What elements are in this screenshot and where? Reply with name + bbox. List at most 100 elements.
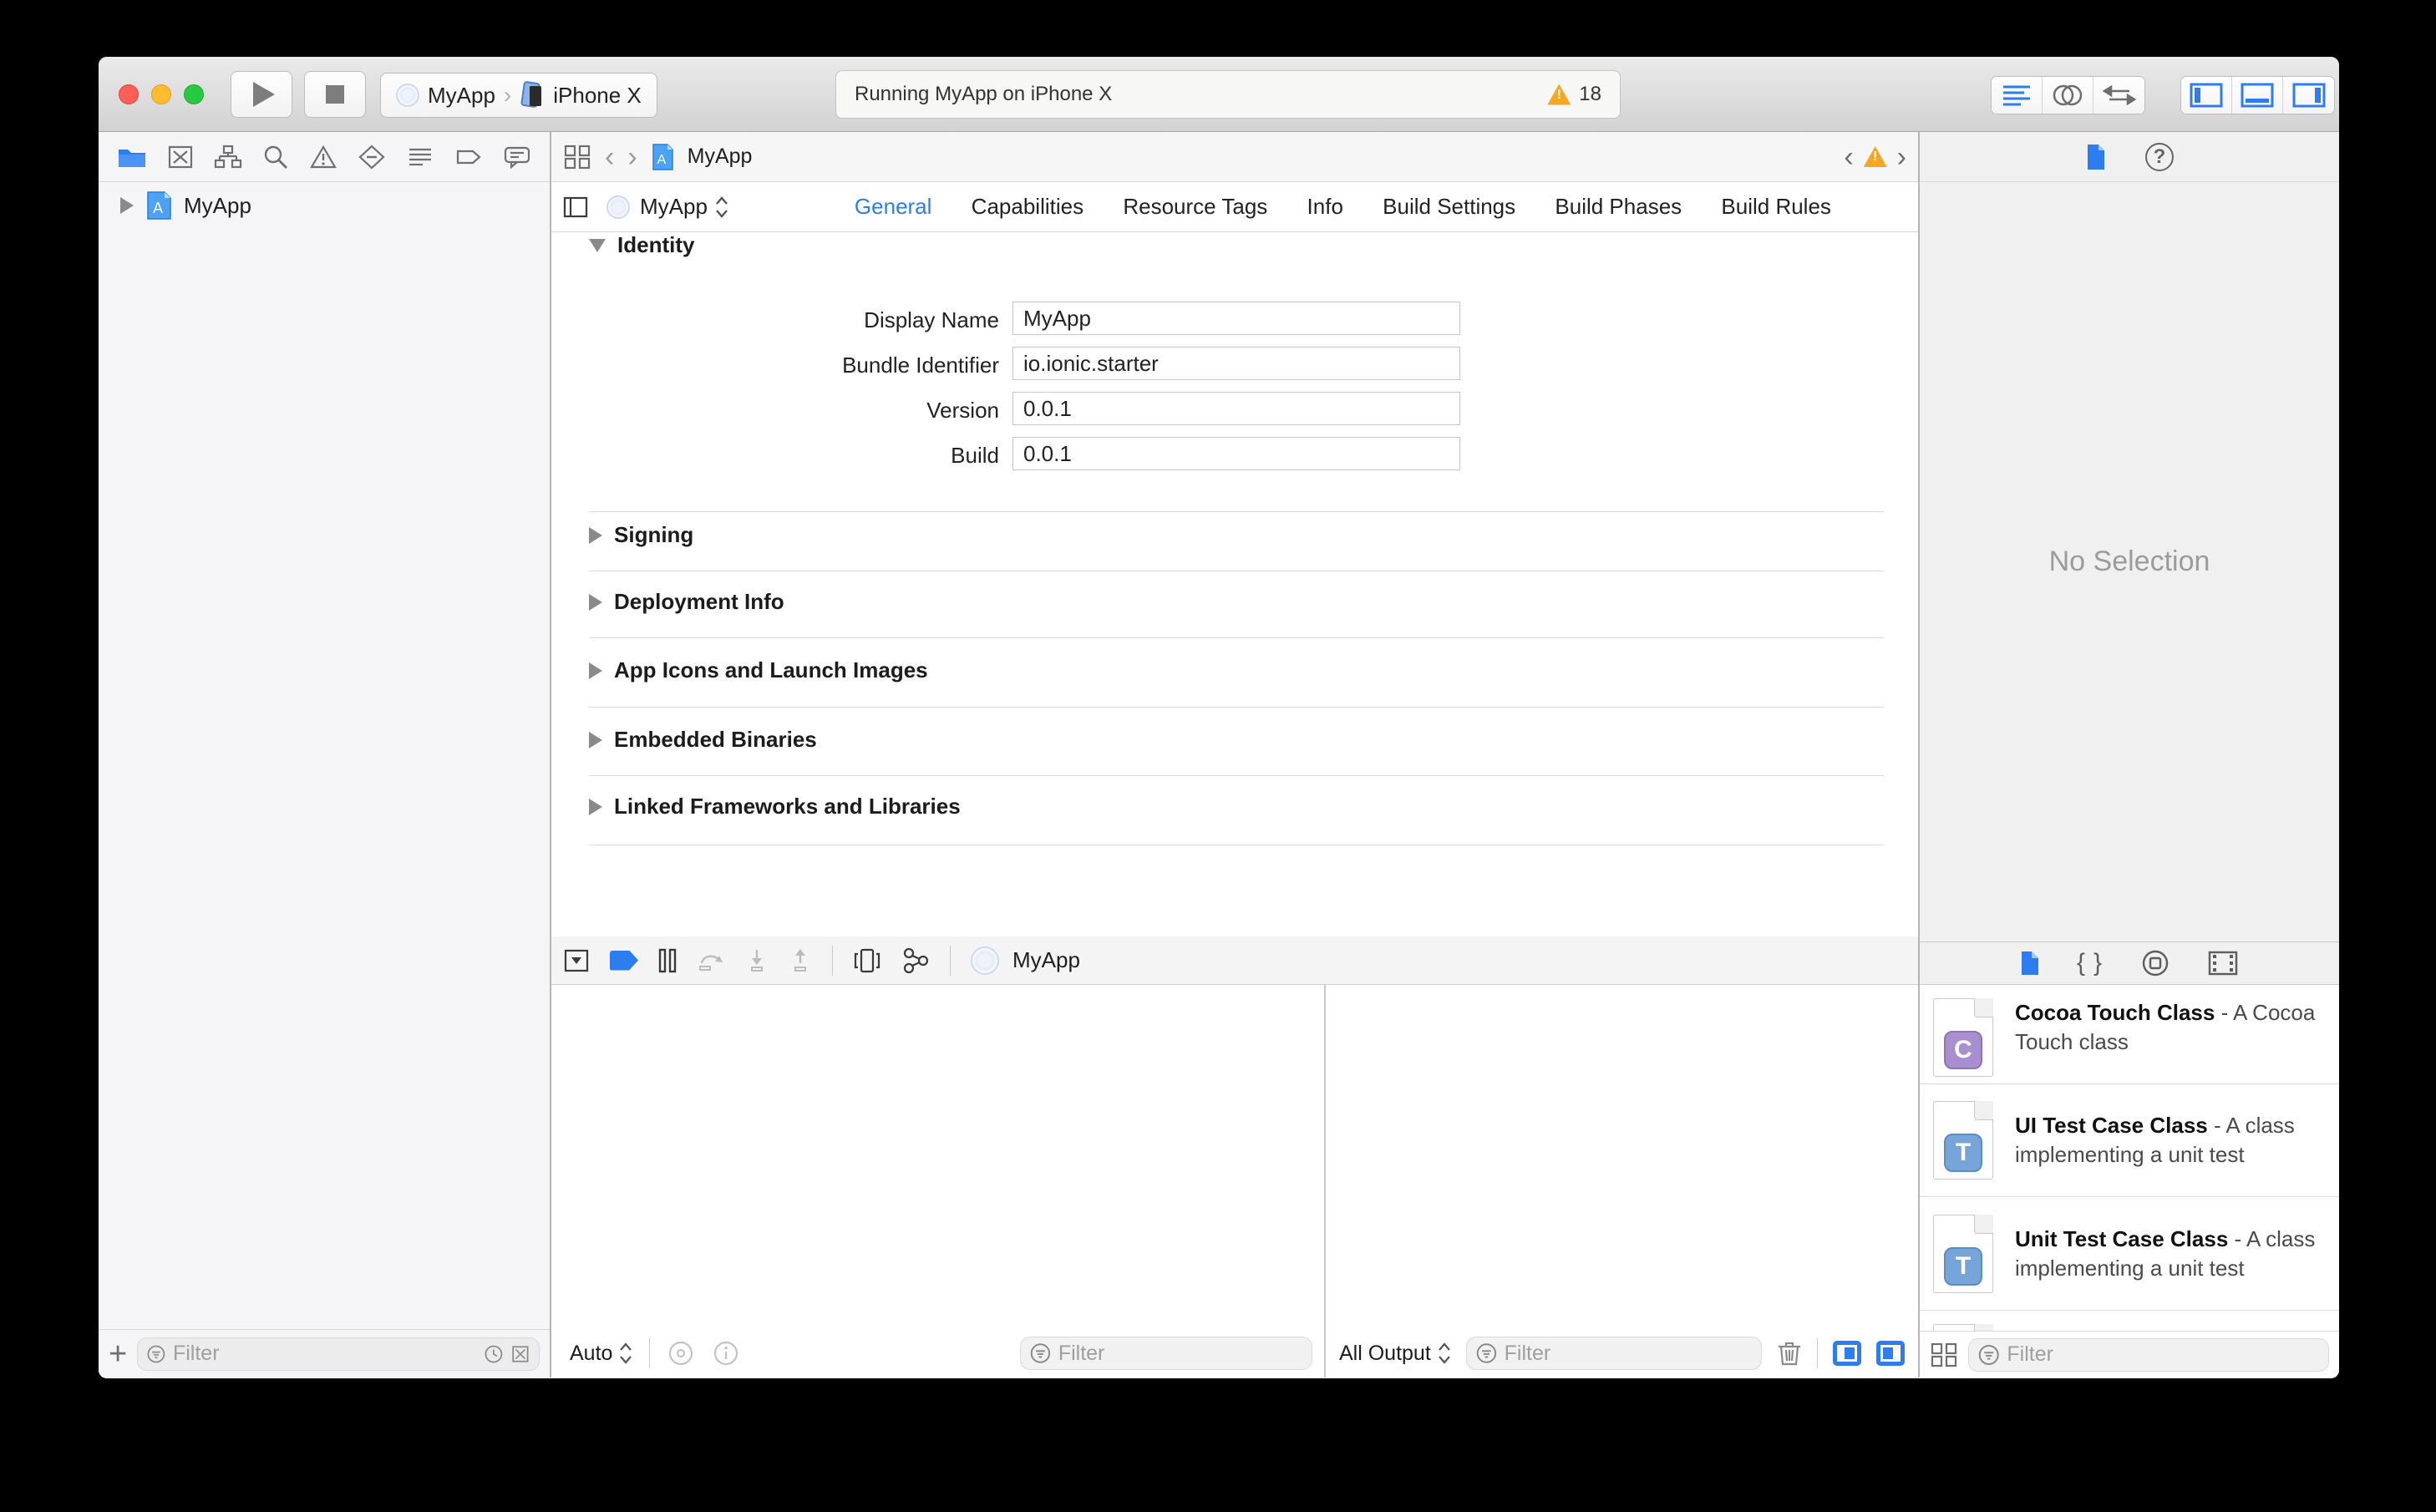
symbol-navigator-icon[interactable] (214, 145, 242, 170)
forward-chevron-icon[interactable]: › (627, 143, 637, 171)
embedded-binaries-section-header[interactable]: Embedded Binaries (589, 727, 817, 753)
template-item-partial[interactable] (1920, 1311, 2339, 1331)
zoom-button[interactable] (184, 84, 204, 104)
test-navigator-icon[interactable] (358, 144, 386, 170)
target-popup-label[interactable]: MyApp (640, 194, 708, 220)
jumpbar-item-label[interactable]: MyApp (688, 145, 753, 169)
disclosure-closed-icon[interactable] (589, 798, 602, 815)
console-filter-input[interactable] (1504, 1341, 1753, 1366)
toggle-navigator-button[interactable] (2181, 77, 2232, 114)
disclosure-closed-icon[interactable] (589, 731, 602, 748)
console-view[interactable] (1326, 985, 1918, 1329)
close-button[interactable] (119, 84, 139, 104)
variables-filter-field[interactable] (1020, 1337, 1312, 1370)
breakpoints-toggle-icon[interactable] (610, 950, 638, 971)
view-hierarchy-debugger-icon[interactable] (853, 947, 881, 974)
stop-icon (326, 85, 344, 104)
project-navigator-icon[interactable] (117, 145, 147, 170)
file-template-library-icon[interactable] (2020, 950, 2040, 977)
variables-view[interactable] (551, 985, 1324, 1329)
xcode-window: MyApp › iPhone X Running MyApp on iPhone… (99, 57, 2339, 1378)
run-button[interactable] (231, 71, 292, 118)
breakpoint-navigator-icon[interactable] (454, 145, 483, 170)
file-inspector-icon[interactable] (2085, 143, 2107, 171)
grid-view-icon[interactable] (1930, 1342, 1958, 1368)
issue-navigator-icon[interactable] (309, 145, 337, 170)
project-editor-header: MyApp General Capabilities Resource Tags… (551, 182, 1918, 232)
issue-warning-icon[interactable] (1863, 146, 1887, 167)
navigator-panel-icon (2190, 83, 2223, 108)
issue-badge[interactable]: 18 (1547, 83, 1601, 106)
show-values-eye-icon[interactable] (667, 1340, 695, 1367)
console-filter-field[interactable] (1465, 1337, 1762, 1370)
disclosure-triangle-icon[interactable] (120, 197, 134, 214)
signing-section-header[interactable]: Signing (589, 522, 693, 548)
source-control-status-icon[interactable] (510, 1342, 530, 1367)
pause-icon[interactable] (658, 948, 677, 973)
search-navigator-icon[interactable] (262, 145, 289, 170)
step-into-icon[interactable] (745, 948, 769, 973)
object-library-icon[interactable] (2140, 948, 2170, 978)
info-icon[interactable] (712, 1340, 740, 1367)
toggle-inspector-button[interactable] (2283, 77, 2334, 114)
tab-general[interactable]: General (855, 194, 932, 220)
quick-help-inspector-icon[interactable]: ? (2145, 142, 2174, 171)
tab-build-phases[interactable]: Build Phases (1555, 194, 1682, 220)
project-sidebar-toggle-icon[interactable] (563, 196, 588, 218)
toggle-debug-area-button[interactable] (2232, 77, 2283, 114)
memory-graph-debugger-icon[interactable] (901, 947, 930, 974)
library-filter-input[interactable] (2007, 1342, 2320, 1367)
debug-panel-icon (2241, 83, 2274, 108)
report-navigator-icon[interactable] (503, 145, 531, 170)
scheme-selector[interactable]: MyApp › iPhone X (380, 73, 657, 118)
code-snippet-library-icon[interactable]: { } (2077, 949, 2104, 977)
media-library-icon[interactable] (2207, 950, 2239, 977)
disclosure-closed-icon[interactable] (589, 662, 602, 679)
next-issue-icon[interactable]: › (1897, 143, 1906, 171)
disclosure-open-icon[interactable] (589, 238, 606, 252)
recent-files-clock-icon[interactable] (484, 1342, 504, 1367)
hide-debug-area-icon[interactable] (563, 948, 590, 973)
linked-frameworks-section-header[interactable]: Linked Frameworks and Libraries (589, 794, 961, 819)
toggle-console-view-button[interactable] (1876, 1341, 1905, 1366)
disclosure-closed-icon[interactable] (589, 593, 602, 611)
disclosure-closed-icon[interactable] (589, 526, 602, 544)
build-field[interactable] (1012, 437, 1460, 470)
back-chevron-icon[interactable]: ‹ (605, 143, 614, 171)
source-control-navigator-icon[interactable] (167, 145, 194, 170)
project-tree-row[interactable]: A MyApp (99, 182, 550, 229)
deployment-info-section-header[interactable]: Deployment Info (589, 589, 784, 615)
identity-section-header[interactable]: Identity (589, 232, 694, 258)
debug-navigator-icon[interactable] (406, 145, 434, 170)
variables-filter-input[interactable] (1058, 1341, 1303, 1366)
version-editor-button[interactable] (2093, 77, 2144, 114)
template-item-cocoa-touch-class[interactable]: C Cocoa Touch Class - A Cocoa Touch clas… (1920, 985, 2339, 1084)
tab-capabilities[interactable]: Capabilities (972, 194, 1084, 220)
navigator-filter-input[interactable] (172, 1342, 478, 1366)
minimize-button[interactable] (151, 84, 171, 104)
tab-build-rules[interactable]: Build Rules (1721, 194, 1831, 220)
template-item-unit-test-case-class[interactable]: T Unit Test Case Class - A class impleme… (1920, 1197, 2339, 1311)
tab-info[interactable]: Info (1307, 194, 1343, 220)
variables-scope-popup[interactable]: Auto (570, 1342, 632, 1366)
clear-console-trash-icon[interactable] (1777, 1340, 1802, 1367)
app-icons-section-header[interactable]: App Icons and Launch Images (589, 657, 928, 683)
step-over-icon[interactable] (697, 948, 725, 973)
version-field[interactable] (1012, 392, 1460, 425)
stop-button[interactable] (304, 71, 366, 118)
template-item-ui-test-case-class[interactable]: T UI Test Case Class - A class implement… (1920, 1084, 2339, 1197)
display-name-field[interactable] (1012, 302, 1460, 335)
navigator-filter-field[interactable] (137, 1337, 540, 1371)
related-items-icon[interactable] (563, 144, 591, 170)
tab-resource-tags[interactable]: Resource Tags (1123, 194, 1267, 220)
step-out-icon[interactable] (789, 948, 812, 973)
toggle-variables-view-button[interactable] (1833, 1341, 1861, 1366)
library-filter-field[interactable] (1968, 1337, 2329, 1372)
add-button[interactable]: + (109, 1338, 127, 1370)
assistant-editor-button[interactable] (2043, 77, 2093, 114)
bundle-identifier-field[interactable] (1012, 347, 1460, 380)
tab-build-settings[interactable]: Build Settings (1383, 194, 1515, 220)
previous-issue-icon[interactable]: ‹ (1844, 143, 1853, 171)
console-scope-popup[interactable]: All Output (1339, 1342, 1451, 1366)
standard-editor-button[interactable] (1992, 77, 2043, 114)
